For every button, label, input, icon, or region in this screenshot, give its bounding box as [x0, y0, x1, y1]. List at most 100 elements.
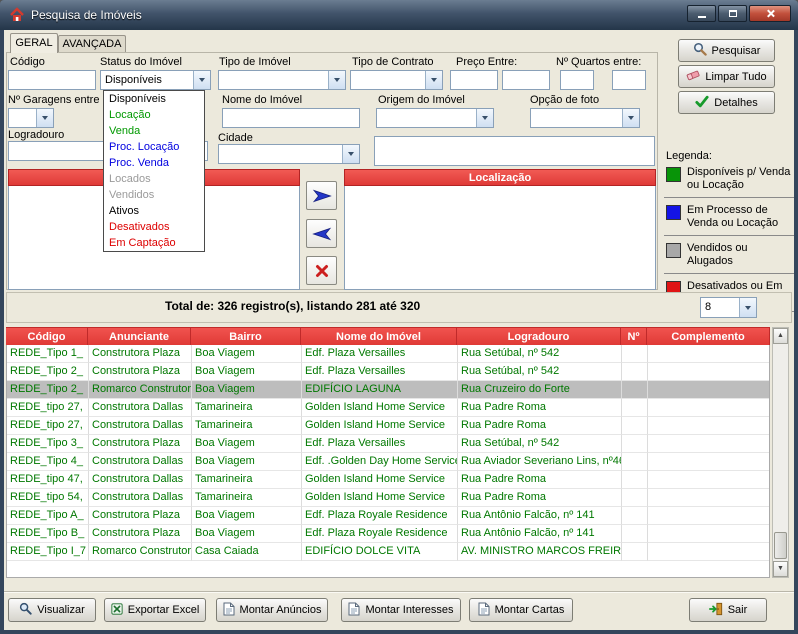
column-header-numero[interactable]: Nº [621, 327, 647, 345]
column-header-bairro[interactable]: Bairro [191, 327, 301, 345]
column-header-nome-imovel[interactable]: Nome do Imóvel [301, 327, 457, 345]
column-header-logradouro[interactable]: Logradouro [457, 327, 621, 345]
tipo-contrato-select[interactable] [350, 70, 443, 90]
quartos-min-input[interactable] [560, 70, 594, 90]
column-header-anunciante[interactable]: Anunciante [88, 327, 191, 345]
move-left-button[interactable] [306, 219, 337, 248]
tipo-imovel-select[interactable] [218, 70, 346, 90]
nome-imovel-input[interactable] [222, 108, 360, 128]
legend-title: Legenda: [666, 150, 712, 162]
localizacao-list-box[interactable] [344, 186, 656, 290]
cell-anunciante: Construtora Dallas [89, 471, 192, 489]
table-row[interactable]: REDE_Tipo A_ Construtora Plaza Boa Viage… [7, 507, 769, 525]
legend-color-swatch [666, 205, 681, 220]
page-size-arrow-button[interactable] [739, 298, 756, 317]
status-select-arrow-button[interactable] [193, 71, 210, 89]
codigo-input[interactable] [8, 70, 96, 90]
table-row[interactable]: REDE_tipo 27, Construtora Dallas Tamarin… [7, 417, 769, 435]
cell-nome-imovel: Edf. Plaza Versailles [302, 435, 458, 453]
cell-logradouro: Rua Aviador Severiano Lins, nº466 [458, 453, 622, 471]
tab-geral[interactable]: GERAL [10, 33, 58, 53]
table-row[interactable]: REDE_Tipo 2_ Construtora Plaza Boa Viage… [7, 363, 769, 381]
exit-door-icon [709, 602, 723, 619]
limpar-tudo-button[interactable]: Limpar Tudo [678, 65, 775, 88]
preco-min-input[interactable] [450, 70, 498, 90]
status-option[interactable]: Locados [104, 171, 204, 187]
cell-complemento [648, 453, 770, 471]
page-size-select[interactable]: 8 [700, 297, 757, 318]
status-option[interactable]: Locação [104, 107, 204, 123]
table-row[interactable]: REDE_Tipo 4_ Construtora Dallas Boa Viag… [7, 453, 769, 471]
status-option[interactable]: Proc. Locação [104, 139, 204, 155]
table-row[interactable]: REDE_tipo 54, Construtora Dallas Tamarin… [7, 489, 769, 507]
table-row[interactable]: REDE_tipo 27, Construtora Dallas Tamarin… [7, 399, 769, 417]
status-option[interactable]: Proc. Venda [104, 155, 204, 171]
cell-codigo: REDE_tipo 54, [7, 489, 89, 507]
scroll-up-button[interactable]: ▲ [773, 328, 788, 344]
close-button[interactable] [749, 5, 791, 22]
scroll-down-button[interactable]: ▼ [773, 561, 788, 577]
quartos-max-input[interactable] [612, 70, 646, 90]
cell-complemento [648, 507, 770, 525]
cell-anunciante: Construtora Dallas [89, 417, 192, 435]
legend-item-label: Em Processo de Venda ou Locação [687, 204, 794, 230]
cell-anunciante: Construtora Dallas [89, 453, 192, 471]
remove-selection-button[interactable] [306, 256, 337, 285]
status-option[interactable]: Ativos [104, 203, 204, 219]
preco-max-input[interactable] [502, 70, 550, 90]
maximize-button[interactable] [718, 5, 747, 22]
search-icon [693, 42, 707, 59]
exportar-excel-button[interactable]: Exportar Excel [104, 598, 206, 622]
montar-interesses-button[interactable]: Montar Interesses [341, 598, 461, 622]
cidade-select[interactable] [218, 144, 360, 164]
title-bar[interactable]: Pesquisa de Imóveis [0, 0, 798, 30]
cell-numero [622, 345, 648, 363]
address-extra-box[interactable] [374, 136, 655, 166]
minimize-icon [698, 16, 706, 18]
move-right-button[interactable] [306, 181, 337, 210]
status-option[interactable]: Vendidos [104, 187, 204, 203]
tab-avancada[interactable]: AVANÇADA [58, 35, 126, 53]
column-header-codigo[interactable]: Código [6, 327, 88, 345]
status-option[interactable]: Em Captação [104, 235, 204, 251]
sair-button[interactable]: Sair [689, 598, 767, 622]
foto-arrow-button[interactable] [622, 109, 639, 127]
garagens-min-arrow-button[interactable] [36, 109, 53, 127]
exportar-excel-label: Exportar Excel [128, 604, 200, 616]
table-row[interactable]: REDE_Tipo 2_ Romarco Construtora e Boa V… [7, 381, 769, 399]
cell-numero [622, 525, 648, 543]
status-option[interactable]: Desativados [104, 219, 204, 235]
tipo-contrato-arrow-button[interactable] [425, 71, 442, 89]
cell-complemento [648, 489, 770, 507]
table-row[interactable]: REDE_Tipo B_ Construtora Plaza Boa Viage… [7, 525, 769, 543]
table-row[interactable]: REDE_Tipo 3_ Construtora Plaza Boa Viage… [7, 435, 769, 453]
foto-select[interactable] [530, 108, 640, 128]
scroll-thumb[interactable] [774, 532, 787, 559]
arrow-right-icon [312, 188, 332, 204]
montar-cartas-button[interactable]: Montar Cartas [469, 598, 573, 622]
status-option[interactable]: Disponíveis [104, 91, 204, 107]
eraser-icon [686, 68, 700, 85]
montar-anuncios-button[interactable]: Montar Anúncios [216, 598, 328, 622]
table-row[interactable]: REDE_Tipo I_7 Romarco Construtora e Casa… [7, 543, 769, 561]
cell-numero [622, 489, 648, 507]
status-select[interactable]: Disponíveis [100, 70, 211, 90]
pesquisar-button[interactable]: Pesquisar [678, 39, 775, 62]
column-header-complemento[interactable]: Complemento [647, 327, 770, 345]
tipo-imovel-arrow-button[interactable] [328, 71, 345, 89]
visualizar-button[interactable]: Visualizar [8, 598, 96, 622]
cell-numero [622, 417, 648, 435]
grid-vertical-scrollbar[interactable]: ▲ ▼ [772, 327, 789, 578]
minimize-button[interactable] [687, 5, 716, 22]
table-row[interactable]: REDE_Tipo 1_ Construtora Plaza Boa Viage… [7, 345, 769, 363]
origem-arrow-button[interactable] [476, 109, 493, 127]
table-row[interactable]: REDE_tipo 47, Construtora Dallas Tamarin… [7, 471, 769, 489]
pesquisar-label: Pesquisar [712, 45, 761, 57]
origem-select[interactable] [376, 108, 494, 128]
cidade-arrow-button[interactable] [342, 145, 359, 163]
detalhes-button[interactable]: Detalhes [678, 91, 775, 114]
cell-bairro: Boa Viagem [192, 525, 302, 543]
garagens-min-select[interactable] [8, 108, 54, 128]
chevron-down-icon [745, 306, 751, 310]
status-option[interactable]: Venda [104, 123, 204, 139]
